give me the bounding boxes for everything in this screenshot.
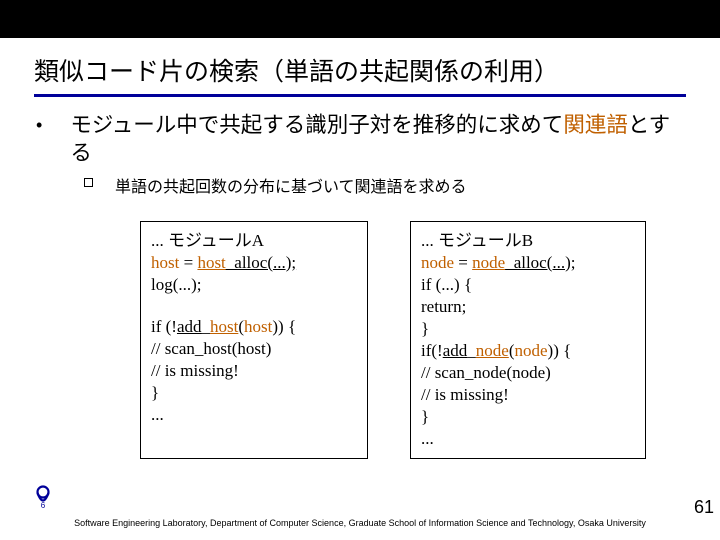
- code-hl: node: [421, 253, 454, 272]
- code-hl: host: [151, 253, 179, 272]
- module-b-box: ... モジュールB node = node_alloc(...); if (.…: [410, 221, 646, 459]
- slide-title: 類似コード片の検索（単語の共起関係の利用）: [0, 38, 720, 92]
- code-line: if(!add_node(node)) {: [421, 340, 635, 362]
- code-line: host = host_alloc(...);: [151, 252, 357, 274]
- code-line: // is missing!: [421, 384, 635, 406]
- code-line: ...: [421, 428, 635, 450]
- bullet-dot-icon: •: [36, 111, 42, 139]
- bullet-pre: モジュール中で共起する識別子対を推移的に求めて: [70, 113, 563, 137]
- bullet-text: モジュール中で共起する識別子対を推移的に求めて関連語とする: [70, 111, 690, 167]
- code-text: =: [179, 253, 197, 272]
- code-text: =: [454, 253, 472, 272]
- code-text: if(!: [421, 341, 443, 360]
- sub-bullet-text: 単語の共起回数の分布に基づいて関連語を求める: [115, 173, 467, 197]
- code-line: ...: [151, 404, 357, 426]
- lab-logo-icon: 6: [30, 484, 56, 510]
- code-text: _alloc(...);: [226, 253, 296, 272]
- code-text: )) {: [272, 317, 296, 336]
- code-text: _: [467, 341, 476, 360]
- page-number: 61: [694, 497, 714, 518]
- code-text: add: [443, 341, 468, 360]
- code-hl: host: [210, 317, 238, 336]
- code-line: if (!add_host(host)) {: [151, 316, 357, 338]
- code-line: // scan_node(node): [421, 362, 635, 384]
- module-a-box: ... モジュールA host = host_alloc(...); log(.…: [140, 221, 368, 459]
- code-hl: host: [197, 253, 225, 272]
- code-line: }: [151, 382, 357, 404]
- sub-bullet-item: 単語の共起回数の分布に基づいて関連語を求める: [84, 173, 720, 197]
- title-rule: [34, 94, 686, 97]
- blank-line: [151, 296, 357, 316]
- bullet-highlight: 関連語: [563, 113, 628, 137]
- top-black-bar: [0, 0, 720, 38]
- code-line: ... モジュールA: [151, 230, 357, 252]
- square-bullet-icon: [84, 178, 93, 187]
- bullet-item: • モジュール中で共起する識別子対を推移的に求めて関連語とする: [36, 111, 720, 167]
- code-line: }: [421, 406, 635, 428]
- code-line: // is missing!: [151, 360, 357, 382]
- footer-text: Software Engineering Laboratory, Departm…: [0, 518, 720, 528]
- code-line: }: [421, 318, 635, 340]
- code-line: if (...) {: [421, 274, 635, 296]
- code-text: _: [202, 317, 211, 336]
- code-text: add: [177, 317, 202, 336]
- code-line: log(...);: [151, 274, 357, 296]
- code-hl: node: [476, 341, 509, 360]
- code-boxes-row: ... モジュールA host = host_alloc(...); log(.…: [140, 221, 720, 459]
- code-hl: node: [472, 253, 505, 272]
- logo-badge-text: 6: [41, 501, 46, 510]
- code-line: // scan_host(host): [151, 338, 357, 360]
- code-line: node = node_alloc(...);: [421, 252, 635, 274]
- code-hl: node: [514, 341, 547, 360]
- code-line: ... モジュールB: [421, 230, 635, 252]
- code-text: if (!: [151, 317, 177, 336]
- code-line: return;: [421, 296, 635, 318]
- code-text: )) {: [548, 341, 572, 360]
- code-hl: host: [244, 317, 272, 336]
- code-text: _alloc(...);: [505, 253, 575, 272]
